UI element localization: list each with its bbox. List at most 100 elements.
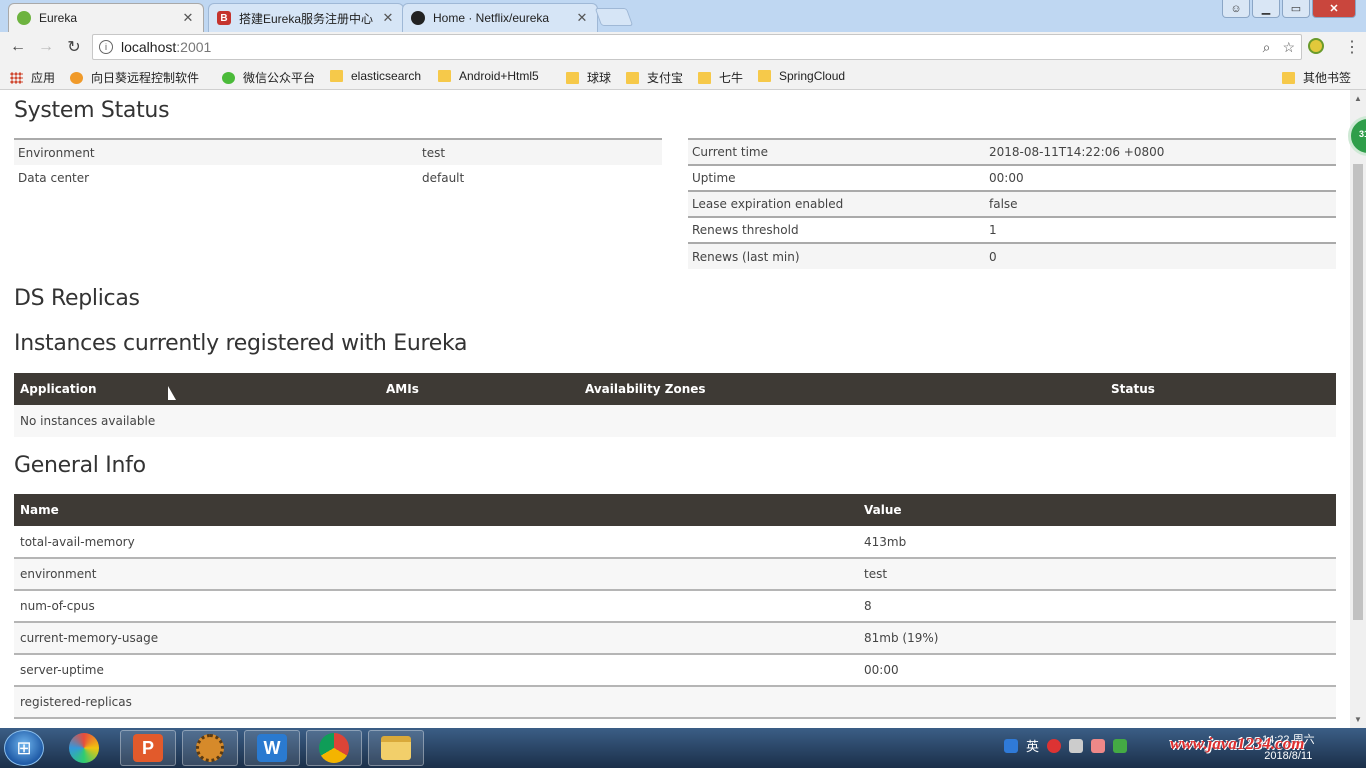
window-controls: ☺ ▁ ▭ ✕ [1222, 0, 1356, 18]
close-tab-icon[interactable]: ✕ [381, 10, 395, 26]
zoom-search-icon[interactable]: ⌕ [1263, 39, 1271, 56]
table-row: Data center default [14, 165, 662, 191]
tab-eureka[interactable]: Eureka ✕ [8, 3, 204, 32]
info-name: total-avail-memory [14, 526, 858, 559]
tray-flag-icon[interactable] [1091, 738, 1106, 753]
menu-dots-icon[interactable]: ⋮ [1344, 37, 1360, 57]
bookmark-star-icon[interactable]: ☆ [1282, 39, 1295, 56]
browser-toolbar: ← → ↻ i localhost:2001 ⌕ ☆ ⋮ [0, 32, 1366, 62]
bookmarks-bar: 应用 向日葵远程控制软件 微信公众平台 elasticsearch Androi… [0, 62, 1366, 90]
status-key: Lease expiration enabled [688, 190, 985, 217]
bookmark-label: 应用 [31, 71, 56, 85]
ds-replicas-heading: DS Replicas [14, 286, 140, 311]
folder-icon [1282, 71, 1295, 84]
windows-taskbar: ⊞ P W 英 14:22 周六 2018/8/11 [0, 728, 1366, 768]
info-name: registered-replicas [14, 686, 858, 719]
bookmark-qiuqiu[interactable]: 球球 [566, 69, 611, 86]
status-key: Uptime [688, 164, 985, 191]
close-tab-icon[interactable]: ✕ [181, 10, 195, 26]
new-tab-button[interactable] [594, 8, 634, 26]
table-row: current-memory-usage 81mb (19%) [14, 622, 1336, 655]
table-row: Renews threshold 1 [688, 216, 1336, 243]
bookmark-wechat[interactable]: 微信公众平台 [222, 69, 315, 86]
ime-language[interactable]: 英 [1026, 736, 1039, 755]
scroll-up-icon[interactable]: ▲ [1354, 94, 1362, 103]
tab-title: Home · Netflix/eureka [433, 11, 550, 25]
extension-icon[interactable] [1308, 38, 1324, 54]
tray-network-icon[interactable] [1113, 738, 1128, 753]
folder-icon [330, 70, 343, 82]
env-value: test [418, 138, 662, 165]
info-name: current-memory-usage [14, 622, 858, 655]
folder-icon [566, 71, 579, 84]
bookmark-label: 向日葵远程控制软件 [91, 71, 200, 85]
wps-presentation-icon[interactable]: P [120, 730, 176, 766]
page-scrollbar[interactable]: ▲ ▼ [1350, 90, 1366, 728]
url-port: :2001 [176, 39, 212, 55]
github-icon [411, 11, 425, 25]
info-value: 00:00 [858, 654, 1336, 687]
info-name: environment [14, 558, 858, 591]
col-value: Value [858, 494, 1336, 526]
apps-icon [10, 71, 23, 84]
forward-arrow-icon[interactable]: → [32, 38, 60, 56]
mouse-cursor-icon [168, 386, 176, 400]
folder-icon [758, 70, 771, 82]
close-tab-icon[interactable]: ✕ [575, 10, 589, 26]
info-value: 413mb [858, 526, 1336, 559]
bookmark-other[interactable]: 其他书签 [1282, 69, 1351, 86]
close-window-icon[interactable]: ✕ [1312, 0, 1356, 18]
bookmark-elasticsearch[interactable]: elasticsearch [330, 69, 421, 83]
address-bar[interactable]: i localhost:2001 ⌕ ☆ [92, 34, 1302, 60]
user-icon[interactable]: ☺ [1222, 0, 1250, 18]
info-icon[interactable]: i [99, 40, 113, 54]
table-row: Current time 2018-08-11T14:22:06 +0800 [688, 138, 1336, 165]
folder-icon [438, 70, 451, 82]
back-arrow-icon[interactable]: ← [4, 38, 32, 56]
tray-app-icon[interactable] [1047, 738, 1062, 753]
gear-tool-icon[interactable] [182, 730, 238, 766]
bookmark-label: elasticsearch [351, 69, 422, 83]
status-value: 2018-08-11T14:22:06 +0800 [985, 138, 1336, 165]
bookmark-android-html5[interactable]: Android+Html5 [438, 69, 539, 83]
info-name: server-uptime [14, 654, 858, 687]
col-status: Status [1105, 373, 1336, 405]
bookmark-alipay[interactable]: 支付宝 [626, 69, 683, 86]
status-key: Current time [688, 138, 985, 165]
eureka-dashboard: System Status Environment test Data cent… [0, 90, 1350, 728]
info-value: test [858, 558, 1336, 591]
bookmark-qiniu[interactable]: 七牛 [698, 69, 743, 86]
col-amis: AMIs [380, 373, 579, 405]
instances-table: Application AMIs Availability Zones Stat… [14, 373, 1336, 437]
photos-app-icon[interactable] [56, 730, 112, 766]
scroll-down-icon[interactable]: ▼ [1354, 715, 1362, 724]
file-explorer-icon[interactable] [368, 730, 424, 766]
status-table: Current time 2018-08-11T14:22:06 +0800 U… [688, 138, 1336, 269]
info-value: 8 [858, 590, 1336, 623]
instances-heading: Instances currently registered with Eure… [14, 331, 468, 356]
url-host: localhost [121, 39, 177, 55]
bookmark-sunflower[interactable]: 向日葵远程控制软件 [70, 69, 199, 86]
env-value: default [422, 171, 465, 185]
input-method-icon[interactable] [1004, 738, 1018, 753]
minimize-icon[interactable]: ▁ [1252, 0, 1280, 18]
reload-icon[interactable]: ↻ [60, 37, 88, 57]
table-row: num-of-cpus 8 [14, 590, 1336, 623]
system-tray: 英 [1004, 736, 1128, 755]
general-info-heading: General Info [14, 453, 146, 478]
table-row: Environment test [14, 138, 662, 165]
chrome-icon[interactable] [306, 730, 362, 766]
scrollbar-thumb[interactable] [1353, 164, 1363, 620]
wps-writer-icon[interactable]: W [244, 730, 300, 766]
tray-device-icon[interactable] [1069, 738, 1084, 753]
tab-github-eureka[interactable]: Home · Netflix/eureka ✕ [402, 3, 598, 32]
windows-start-icon[interactable]: ⊞ [4, 730, 44, 766]
bookmark-springcloud[interactable]: SpringCloud [758, 69, 845, 83]
col-name: Name [14, 494, 858, 526]
bookmark-apps[interactable]: 应用 [10, 69, 55, 86]
table-row: server-uptime 00:00 [14, 654, 1336, 687]
col-availability-zones: Availability Zones [579, 373, 1105, 405]
maximize-icon[interactable]: ▭ [1282, 0, 1310, 18]
status-value: 0 [985, 242, 1336, 269]
tab-eureka-article[interactable]: B 搭建Eureka服务注册中心 ✕ [208, 3, 404, 32]
